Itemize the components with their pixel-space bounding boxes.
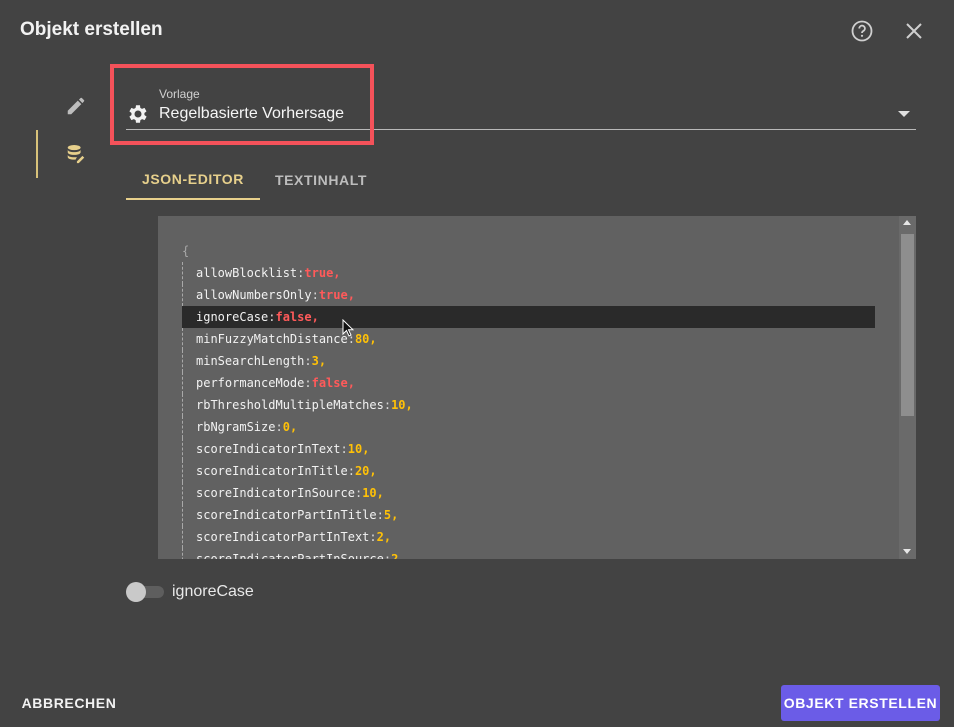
json-key: allowBlocklist	[196, 266, 298, 280]
json-line-content: minSearchLength:3,	[196, 354, 327, 368]
json-line-content: performanceMode:false,	[196, 376, 355, 390]
json-line-content: rbThresholdMultipleMatches:10,	[196, 398, 413, 412]
indent-guide	[182, 372, 183, 394]
scroll-thumb[interactable]	[901, 234, 914, 416]
gear-icon	[129, 105, 147, 123]
indent-guide	[182, 284, 183, 306]
json-line-content: allowNumbersOnly:true,	[196, 288, 355, 302]
tab-json-editor[interactable]: JSON-EDITOR	[126, 160, 260, 200]
json-value: 10	[362, 486, 377, 500]
indent-guide	[182, 504, 183, 526]
indent-guide	[182, 482, 183, 504]
json-line[interactable]: scoreIndicatorInTitle:20,	[158, 460, 898, 482]
json-line-content: scoreIndicatorInSource:10,	[196, 486, 384, 500]
json-line-content: ignoreCase:false,	[196, 310, 319, 324]
json-key: scoreIndicatorPartInSource	[196, 552, 384, 559]
toggle-label: ignoreCase	[172, 583, 254, 600]
json-key: scoreIndicatorInText	[196, 442, 341, 456]
json-line-content: scoreIndicatorInText:10,	[196, 442, 370, 456]
json-key: ignoreCase	[196, 310, 269, 324]
close-icon	[906, 23, 922, 39]
json-line[interactable]: scoreIndicatorInText:10,	[158, 438, 898, 460]
json-key: scoreIndicatorInSource	[196, 486, 355, 500]
scroll-up-arrow-icon[interactable]	[903, 220, 911, 225]
json-value: 10	[347, 442, 363, 456]
json-key: rbThresholdMultipleMatches	[196, 398, 384, 412]
indent-guide	[182, 548, 183, 559]
json-value: 3	[311, 354, 319, 368]
json-line-content: scoreIndicatorPartInTitle:5,	[196, 508, 399, 522]
dialog-title: Objekt erstellen	[20, 19, 163, 40]
template-select[interactable]: Vorlage Regelbasierte Vorhersage	[126, 78, 916, 130]
json-value: true	[304, 266, 334, 280]
json-line[interactable]: allowBlocklist:true,	[158, 262, 898, 284]
template-value: Regelbasierte Vorhersage	[159, 105, 345, 122]
side-tab-data[interactable]	[56, 134, 96, 174]
create-object-button[interactable]: OBJEKT ERSTELLEN	[781, 685, 940, 721]
indent-guide	[182, 350, 183, 372]
json-line[interactable]: rbNgramSize:0,	[158, 416, 898, 438]
json-line-content: rbNgramSize:0,	[196, 420, 298, 434]
json-line[interactable]: rbThresholdMultipleMatches:10,	[158, 394, 898, 416]
cancel-button[interactable]: ABBRECHEN	[14, 686, 124, 720]
json-editor[interactable]: { allowBlocklist:true, allowNumbersOnly:t…	[158, 216, 916, 559]
json-key: minSearchLength	[196, 354, 305, 368]
json-line-content: scoreIndicatorPartInSource:2,	[158, 552, 406, 559]
json-value: 80	[354, 332, 370, 346]
close-button[interactable]	[902, 19, 926, 43]
toggle-knob[interactable]	[126, 582, 146, 602]
json-key: minFuzzyMatchDistance	[196, 332, 348, 346]
json-line-content: allowBlocklist:true,	[196, 266, 341, 280]
json-key: allowNumbersOnly	[196, 288, 312, 302]
json-line[interactable]: scoreIndicatorPartInTitle:5,	[158, 504, 898, 526]
json-line[interactable]: scoreIndicatorInSource:10,	[158, 482, 898, 504]
pencil-icon	[67, 97, 85, 115]
json-value: true	[318, 288, 348, 302]
json-value: 2	[376, 530, 384, 544]
indent-guide	[182, 328, 183, 350]
template-label: Vorlage	[159, 87, 200, 101]
side-tab-active-indicator	[36, 130, 38, 178]
json-line[interactable]: performanceMode:false,	[158, 372, 898, 394]
json-open-brace: {	[182, 244, 190, 258]
indent-guide	[182, 526, 183, 548]
json-editor-lines: { allowBlocklist:true, allowNumbersOnly:t…	[158, 240, 898, 559]
indent-guide	[182, 416, 183, 438]
indent-guide	[182, 394, 183, 416]
json-line[interactable]: allowNumbersOnly:true,	[158, 284, 898, 306]
help-circle-icon	[851, 20, 873, 42]
json-value: 0	[282, 420, 290, 434]
help-button[interactable]	[850, 19, 874, 43]
chevron-down-icon[interactable]	[898, 111, 910, 117]
json-value: 10	[391, 398, 406, 412]
json-value: false	[311, 376, 348, 390]
scroll-down-arrow-icon[interactable]	[903, 549, 911, 554]
indent-guide	[182, 262, 183, 284]
json-key: scoreIndicatorPartInText	[196, 530, 370, 544]
editor-scrollbar[interactable]	[899, 216, 916, 559]
json-key: rbNgramSize	[196, 420, 276, 434]
json-value: false	[275, 310, 312, 324]
json-value: 20	[354, 464, 370, 478]
json-line[interactable]: scoreIndicatorPartInText:2,	[158, 526, 898, 548]
json-key: scoreIndicatorPartInTitle	[196, 508, 377, 522]
mouse-cursor-icon	[342, 319, 354, 337]
database-edit-icon	[67, 145, 85, 164]
json-key: performanceMode	[196, 376, 305, 390]
json-line[interactable]: scoreIndicatorPartInSource:2,	[158, 548, 898, 559]
json-line[interactable]: ignoreCase:false,	[182, 306, 875, 328]
tab-textinhalt[interactable]: TEXTINHALT	[260, 160, 382, 200]
indent-guide	[182, 460, 183, 482]
side-tab-rail	[36, 80, 96, 190]
json-value: 5	[383, 508, 392, 522]
json-line-content: scoreIndicatorPartInText:2,	[196, 530, 392, 544]
json-line[interactable]: minSearchLength:3,	[158, 350, 898, 372]
json-line[interactable]: minFuzzyMatchDistance:80,	[158, 328, 898, 350]
side-tab-edit[interactable]	[56, 86, 96, 126]
indent-guide	[182, 438, 183, 460]
json-line-content: scoreIndicatorInTitle:20,	[196, 464, 377, 478]
json-key: scoreIndicatorInTitle	[196, 464, 348, 478]
